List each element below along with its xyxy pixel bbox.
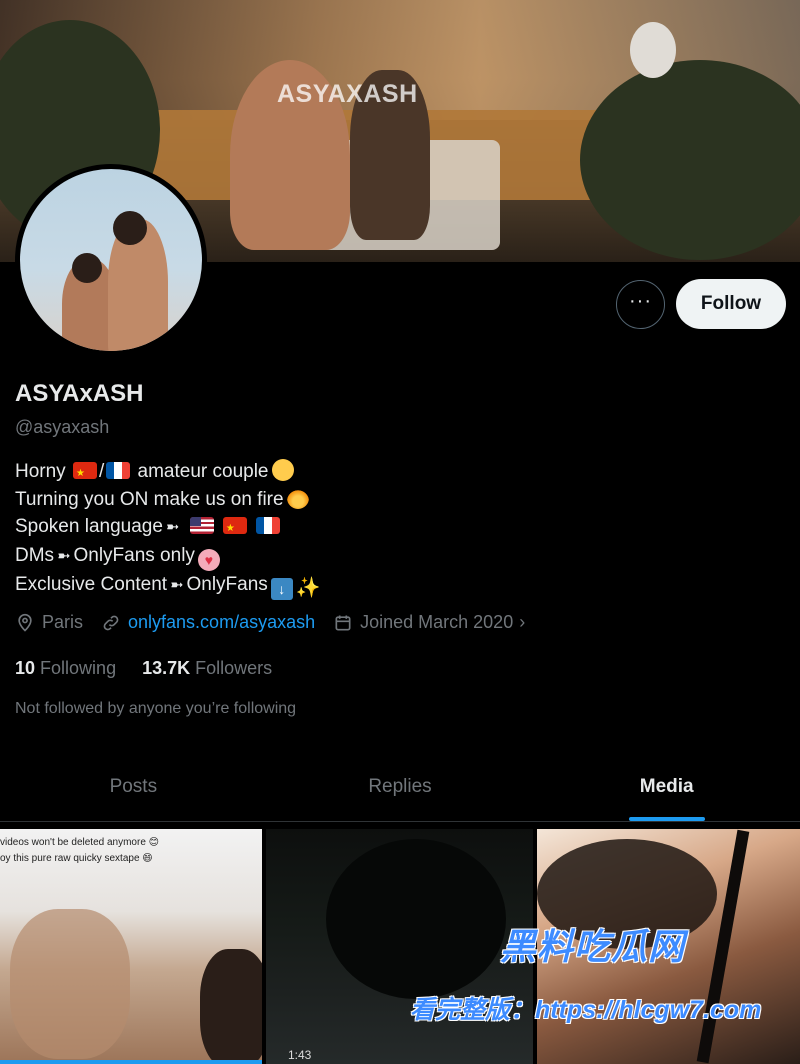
video-progress: [0, 1060, 262, 1064]
avatar-image: [20, 169, 202, 351]
tab-media[interactable]: Media: [533, 752, 800, 821]
video-duration: 1:43: [288, 1048, 312, 1062]
chevron-right-icon: ›: [519, 612, 526, 632]
profile-meta: Paris onlyfans.com/asyaxash Joined March…: [15, 612, 543, 633]
link-icon: [103, 615, 119, 630]
followers-count[interactable]: 13.7K Followers: [142, 658, 272, 679]
not-followed-notice: Not followed by anyone you’re following: [15, 700, 297, 717]
bio-line: DMs ➼ OnlyFans only ♥: [15, 542, 318, 571]
banner-tree: [580, 60, 800, 260]
more-icon: ···: [629, 289, 652, 312]
banner-watermark: ASYAXASH: [277, 80, 418, 108]
flag-china-icon: [72, 462, 97, 479]
user-handle: @asyaxash: [15, 417, 110, 437]
display-name: ASYAxASH: [15, 380, 144, 407]
bio-line: Horny / amateur couple: [15, 458, 318, 486]
overlay-watermark-url: 看完整版：https://hlcgw7.com: [410, 996, 762, 1024]
media-tile[interactable]: 1:43: [266, 829, 533, 1064]
location: Paris: [15, 612, 83, 633]
following-count[interactable]: 10 Following: [15, 658, 116, 679]
arrow-icon: ➼: [170, 576, 184, 594]
calendar-icon: [335, 615, 351, 630]
tab-replies[interactable]: Replies: [267, 752, 534, 821]
banner-satellite-dish: [630, 22, 676, 78]
tab-posts[interactable]: Posts: [0, 752, 267, 821]
location-pin-icon: [18, 613, 32, 632]
bio-line: Exclusive Content ➼ OnlyFans ↓ ✨: [15, 573, 321, 600]
overlay-watermark-title: 黑料吃瓜网: [500, 926, 686, 967]
down-arrow-icon: ↓: [270, 577, 293, 600]
arrow-icon: ➼: [165, 519, 180, 536]
fire-icon: [286, 486, 309, 509]
flag-france-icon: [256, 517, 281, 534]
bio-line: Spoken language ➼: [15, 513, 318, 542]
more-options-button[interactable]: ···: [616, 280, 665, 329]
join-date[interactable]: Joined March 2020 ›: [333, 612, 525, 633]
heart-arrow-icon: ♥: [197, 548, 220, 571]
active-tab-indicator: [628, 817, 705, 821]
bio-line: Turning you ON make us on fire: [15, 486, 318, 514]
profile-tabs: Posts Replies Media: [0, 752, 800, 822]
website-link[interactable]: onlyfans.com/asyaxash: [128, 612, 315, 633]
sparkles-icon: ✨: [295, 576, 321, 599]
follow-button[interactable]: Follow: [676, 279, 786, 329]
arrow-icon: ➼: [57, 547, 71, 565]
avatar[interactable]: [15, 164, 207, 356]
flag-france-icon: [106, 462, 131, 479]
media-caption: videos won't be deleted anymore 😊 oy thi…: [0, 837, 160, 864]
follow-stats: 10 Following 13.7K Followers: [15, 658, 298, 679]
flag-china-icon: [222, 517, 247, 534]
media-tile[interactable]: videos won't be deleted anymore 😊 oy thi…: [0, 829, 262, 1064]
flag-usa-icon: [189, 517, 214, 534]
smiling-hearts-icon: [271, 459, 294, 481]
profile-bio: Horny / amateur couple Turning you ON ma…: [15, 458, 321, 600]
website[interactable]: onlyfans.com/asyaxash: [101, 612, 315, 633]
